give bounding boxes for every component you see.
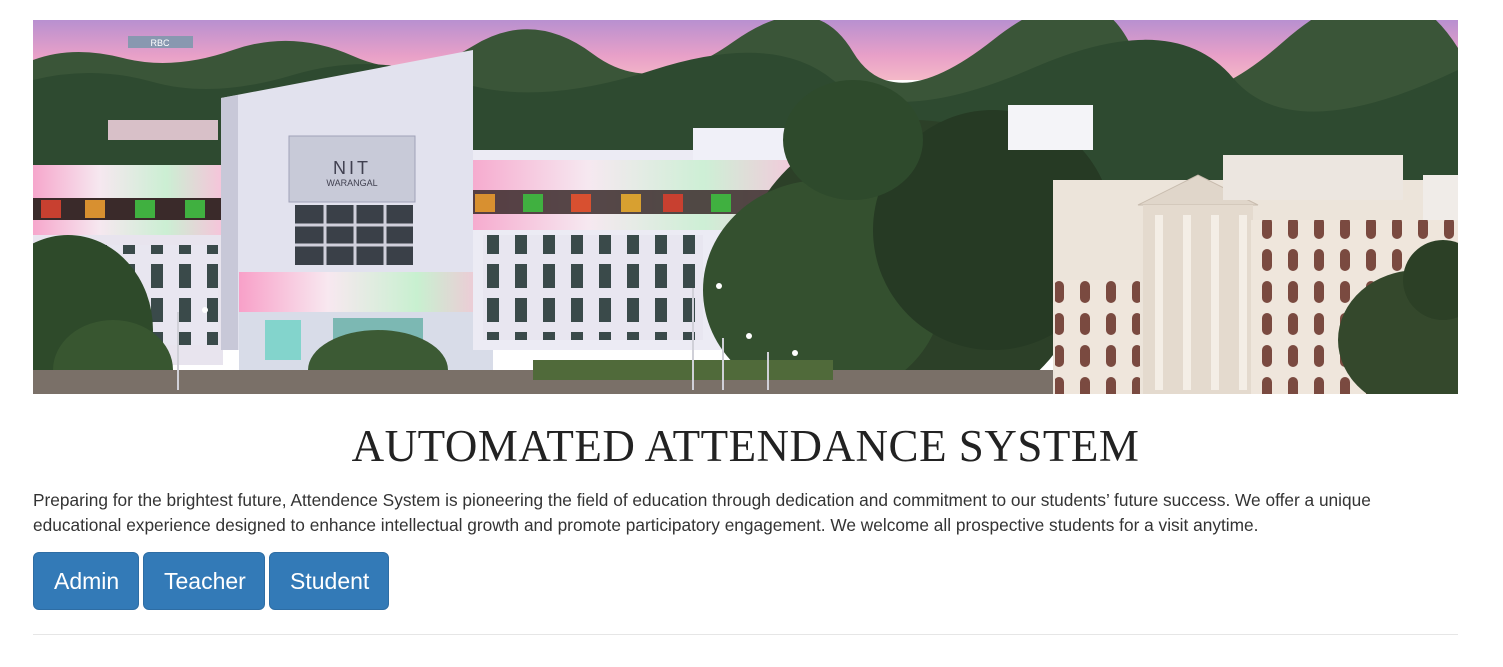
admin-button[interactable]: Admin <box>33 552 139 610</box>
rooftop-sign-text: RBC <box>150 38 170 48</box>
teacher-button[interactable]: Teacher <box>143 552 265 610</box>
section-divider <box>33 634 1458 635</box>
page-title: AUTOMATED ATTENDANCE SYSTEM <box>351 421 1140 471</box>
intro-paragraph: Preparing for the brightest future, Atte… <box>33 490 1371 535</box>
nit-sign-text: NIT <box>333 158 371 178</box>
student-button[interactable]: Student <box>269 552 389 610</box>
role-button-group: Admin Teacher Student <box>33 552 1458 610</box>
campus-banner-image: RBC NIT WARANGAL <box>33 20 1458 394</box>
main-container: RBC NIT WARANGAL AUTOMATED ATTENDANCE SY… <box>33 20 1458 643</box>
nit-sign-subtext: WARANGAL <box>326 178 377 188</box>
